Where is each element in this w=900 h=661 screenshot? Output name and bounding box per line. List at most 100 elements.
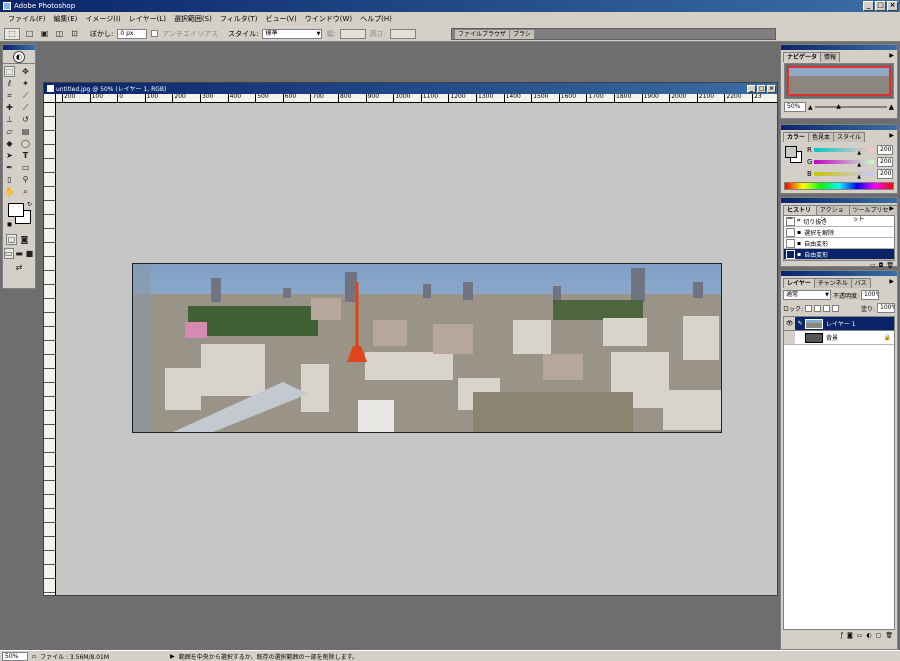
add-selection-icon[interactable]: ▣ xyxy=(39,28,50,39)
tab-styles[interactable]: スタイル xyxy=(833,132,866,142)
clone-stamp-icon[interactable]: ⊥ xyxy=(4,114,15,125)
panorama-image[interactable] xyxy=(132,263,722,433)
tab-actions[interactable]: アクション xyxy=(815,205,850,223)
menu-file[interactable]: ファイル(F) xyxy=(4,13,50,25)
close-button[interactable]: × xyxy=(887,1,898,11)
navigator-zoom-slider[interactable]: ▲ xyxy=(814,103,887,110)
gradient-icon[interactable]: ▤ xyxy=(20,126,31,137)
type-icon[interactable]: T xyxy=(20,150,31,161)
menu-help[interactable]: ヘルプ(H) xyxy=(356,13,396,25)
brush-icon[interactable]: ⟋ xyxy=(20,102,31,113)
default-colors-icon[interactable]: ◼ xyxy=(7,221,12,228)
tool-preset-picker[interactable]: ⬚ xyxy=(4,27,20,40)
new-snapshot-icon[interactable]: ◘ xyxy=(879,262,884,269)
zoom-slider-thumb[interactable]: ▲ xyxy=(836,103,841,110)
history-item[interactable]: ⌗ 切り抜き xyxy=(784,216,894,227)
green-slider-thumb[interactable]: ▲ xyxy=(857,162,861,168)
quick-mask-icon[interactable]: ◙ xyxy=(19,234,30,245)
eye-icon[interactable] xyxy=(784,331,795,344)
menu-view[interactable]: ビュー(V) xyxy=(261,13,300,25)
lock-transparency-checkbox[interactable] xyxy=(805,304,813,312)
crop-icon[interactable]: ⌗ xyxy=(4,90,15,101)
screen-mode-full-icon[interactable]: ■ xyxy=(25,248,34,259)
tab-brushes[interactable]: ブラシ xyxy=(509,28,535,39)
lock-position-checkbox[interactable] xyxy=(823,304,831,312)
screen-mode-full-menu-icon[interactable]: ▬ xyxy=(15,248,24,259)
canvas-area[interactable] xyxy=(56,103,777,595)
new-document-from-state-icon[interactable]: ▭ xyxy=(870,262,876,269)
notes-icon[interactable]: ▯ xyxy=(4,174,15,185)
layer-row-selected[interactable]: 👁 ✎ レイヤー 1 xyxy=(784,317,894,331)
lasso-icon[interactable]: ℓ xyxy=(4,78,15,89)
tab-info[interactable]: 情報 xyxy=(820,52,841,62)
status-doc-icon[interactable]: ▫ xyxy=(32,653,36,660)
maximize-button[interactable]: □ xyxy=(875,1,886,11)
red-slider[interactable]: ▲ xyxy=(814,148,874,156)
screen-mode-standard-icon[interactable]: ▭ xyxy=(4,248,14,259)
trash-icon[interactable]: 🗑 xyxy=(886,262,894,269)
menu-layer[interactable]: レイヤー(L) xyxy=(125,13,170,25)
navigator-zoom-input[interactable]: 50% xyxy=(784,102,806,112)
status-zoom-input[interactable]: 50% xyxy=(2,651,28,661)
tab-history[interactable]: ヒストリー xyxy=(783,205,817,223)
tab-layers[interactable]: レイヤー xyxy=(783,278,815,288)
path-select-icon[interactable]: ➤ xyxy=(4,150,15,161)
history-item-selected[interactable]: ▪ 自由変形 xyxy=(784,249,894,260)
layer-set-icon[interactable]: ▭ xyxy=(857,632,863,639)
lock-all-checkbox[interactable] xyxy=(832,304,840,312)
color-ramp[interactable] xyxy=(784,182,894,190)
vertical-ruler[interactable] xyxy=(44,103,56,595)
red-slider-thumb[interactable]: ▲ xyxy=(857,150,861,156)
doc-maximize-button[interactable]: □ xyxy=(757,84,766,93)
panel-menu-icon[interactable]: ▶ xyxy=(889,52,894,59)
menu-filter[interactable]: フィルタ(T) xyxy=(216,13,262,25)
brush-link-icon[interactable]: ✎ xyxy=(795,320,805,327)
blend-mode-select[interactable]: 通常 ▼ xyxy=(783,290,831,300)
layer-row[interactable]: 背景 🔒 xyxy=(784,331,894,345)
foreground-color-swatch[interactable] xyxy=(8,203,24,217)
eye-icon[interactable]: 👁 xyxy=(784,317,795,330)
tab-paths[interactable]: パス xyxy=(850,278,871,288)
blue-value[interactable]: 200 xyxy=(877,169,893,179)
magic-wand-icon[interactable]: ✦ xyxy=(20,78,31,89)
history-item[interactable]: ▪ 選択を解除 xyxy=(784,227,894,238)
opacity-input[interactable]: 100% xyxy=(861,290,880,300)
marquee-icon[interactable]: ⬚ xyxy=(4,66,15,77)
status-menu-icon[interactable]: ▶ xyxy=(170,653,175,660)
zoom-in-icon[interactable]: ▲ xyxy=(889,103,894,111)
menu-select[interactable]: 選択範囲(S) xyxy=(170,13,216,25)
adobe-online-icon[interactable]: ◐ xyxy=(3,50,35,64)
trash-icon[interactable]: 🗑 xyxy=(885,632,893,639)
blur-icon[interactable]: ◆ xyxy=(4,138,15,149)
hand-icon[interactable]: ✋ xyxy=(4,186,15,197)
shape-icon[interactable]: ▭ xyxy=(20,162,31,173)
zoom-icon[interactable]: ⌕ xyxy=(20,186,31,197)
menu-edit[interactable]: 編集(E) xyxy=(50,13,82,25)
blue-slider[interactable]: ▲ xyxy=(814,172,874,180)
history-brush-icon[interactable]: ↺ xyxy=(20,114,31,125)
jump-to-imageready-icon[interactable]: ⇄ xyxy=(9,262,29,273)
navigator-view-frame[interactable] xyxy=(787,66,891,96)
horizontal-ruler[interactable]: 200 100 0 100 200 300 400 500 600 700 800 900 1000 11… xyxy=(56,94,777,103)
history-item[interactable]: ▪ 自由変形 xyxy=(784,238,894,249)
fill-input[interactable]: 100% xyxy=(877,303,895,313)
zoom-out-icon[interactable]: ▲ xyxy=(808,104,813,111)
tab-file-browser[interactable]: ファイルブラウザ xyxy=(454,28,511,39)
eraser-icon[interactable]: ▱ xyxy=(4,126,15,137)
eyedropper-icon[interactable]: ⚲ xyxy=(20,174,31,185)
new-layer-icon[interactable]: ▢ xyxy=(876,632,882,639)
move-icon[interactable]: ✥ xyxy=(20,66,31,77)
red-value[interactable]: 200 xyxy=(877,145,893,155)
subtract-selection-icon[interactable]: ◫ xyxy=(54,28,65,39)
adjustment-layer-icon[interactable]: ◐ xyxy=(866,632,871,639)
blue-slider-thumb[interactable]: ▲ xyxy=(857,174,861,180)
panel-menu-icon[interactable]: ▶ xyxy=(889,205,894,212)
ruler-origin[interactable] xyxy=(44,94,56,103)
healing-brush-icon[interactable]: ✚ xyxy=(4,102,15,113)
panel-menu-icon[interactable]: ▶ xyxy=(889,132,894,139)
doc-close-button[interactable]: × xyxy=(767,84,776,93)
dodge-icon[interactable]: ◯ xyxy=(20,138,31,149)
minimize-button[interactable]: _ xyxy=(863,1,874,11)
tab-swatches[interactable]: 色見本 xyxy=(808,132,835,142)
standard-mode-icon[interactable]: ▢ xyxy=(6,234,17,245)
